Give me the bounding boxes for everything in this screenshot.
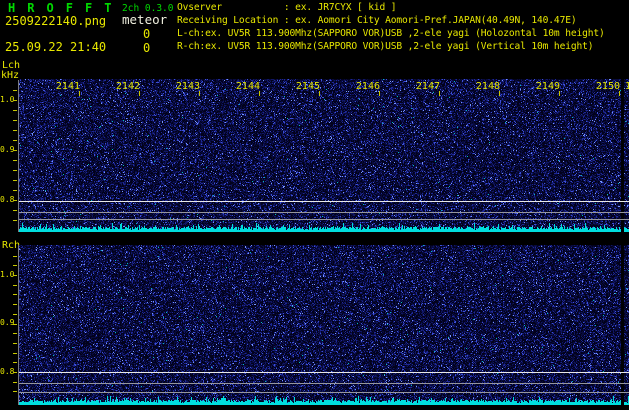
mode-label: meteor xyxy=(122,12,168,27)
time-label-2148: 2148 xyxy=(475,81,500,92)
rch-freq-tick xyxy=(13,372,17,373)
time-label-2141: 2141 xyxy=(55,81,80,92)
rch-spectrogram-canvas xyxy=(19,245,629,405)
time-label-2147: 2147 xyxy=(415,81,440,92)
lch-freq-tick xyxy=(13,90,17,91)
lch-freq-tick xyxy=(13,170,17,171)
time-label-2142: 2142 xyxy=(115,81,140,92)
lch-freq-tick xyxy=(13,160,17,161)
lch-freq-tick xyxy=(13,210,17,211)
lch-receiver-line: L-ch:ex. UV5R 113.900Mhz(SAPPORO VOR)USB… xyxy=(177,28,605,39)
rch-freq-tick xyxy=(13,382,17,383)
hrofft-screen: H R O F F T 2ch 0.3.0 2509222140.png met… xyxy=(0,0,629,410)
rch-freq-tick xyxy=(13,391,17,392)
rch-axis-border xyxy=(18,245,19,405)
lch-freq-tick xyxy=(13,130,17,131)
time-label-2144: 2144 xyxy=(235,81,260,92)
lch-unit-label: kHz xyxy=(1,70,20,81)
echo-count-lower: 0 xyxy=(143,41,151,55)
time-label-2150: 2150 xyxy=(595,81,620,92)
rch-freq-tick xyxy=(13,353,17,354)
time-label-2143: 2143 xyxy=(175,81,200,92)
rch-freq-tick xyxy=(13,343,17,344)
rch-freq-tick xyxy=(13,294,17,295)
output-filename: 2509222140.png xyxy=(5,14,107,28)
lch-freq-tick xyxy=(13,110,17,111)
location-line: Receiving Location : ex. Aomori City Aom… xyxy=(177,15,577,26)
rch-freq-tick xyxy=(13,265,17,266)
lch-freq-tick xyxy=(13,200,17,201)
time-label-partial-next: 10 xyxy=(625,81,629,92)
lch-freq-tick xyxy=(13,180,17,181)
echo-count-upper: 0 xyxy=(143,27,151,41)
lch-spectrogram-canvas xyxy=(19,79,629,232)
rch-freq-tick xyxy=(13,256,17,257)
time-label-2149: 2149 xyxy=(535,81,560,92)
observer-line: Ovserver : ex. JR7CYX [ kid ] xyxy=(177,2,397,13)
rch-freq-tick xyxy=(13,324,17,325)
rch-freq-tick xyxy=(13,362,17,363)
app-title: H R O F F T xyxy=(8,1,114,15)
time-label-2145: 2145 xyxy=(295,81,320,92)
time-label-2146: 2146 xyxy=(355,81,380,92)
lch-axis-border xyxy=(18,80,19,232)
rch-freq-tick xyxy=(13,333,17,334)
datetime-label: 25.09.22 21:40 xyxy=(5,40,107,54)
rch-receiver-line: R-ch:ex. UV5R 113.900Mhz(SAPPORO VOR)USB… xyxy=(177,41,594,52)
rch-freq-tick xyxy=(13,275,17,276)
lch-freq-tick xyxy=(13,220,17,221)
lch-freq-tick xyxy=(13,190,17,191)
lch-freq-tick xyxy=(13,120,17,121)
lch-freq-tick xyxy=(13,140,17,141)
rch-freq-tick xyxy=(13,285,17,286)
rch-freq-tick xyxy=(13,314,17,315)
rch-freq-tick xyxy=(13,304,17,305)
lch-freq-tick xyxy=(13,100,17,101)
lch-freq-tick xyxy=(13,150,17,151)
rch-freq-label-0.9: 0.9 xyxy=(0,318,15,327)
